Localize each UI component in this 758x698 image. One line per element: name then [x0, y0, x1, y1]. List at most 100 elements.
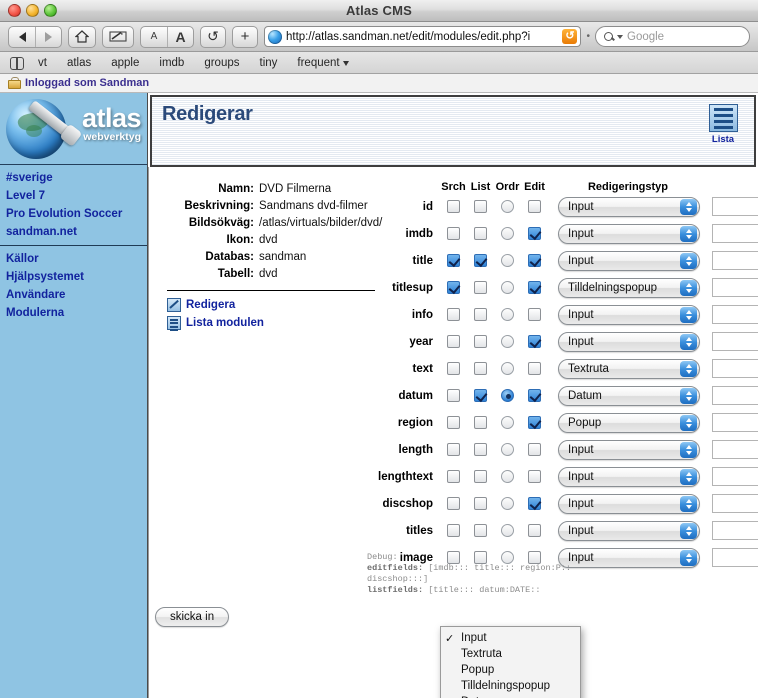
list-cell[interactable]	[467, 308, 494, 321]
type-select[interactable]: Textruta	[558, 359, 700, 379]
edit-checkbox[interactable]	[528, 227, 541, 240]
bookmark-item-atlas[interactable]: atlas	[57, 57, 101, 69]
srch-cell[interactable]	[440, 470, 467, 483]
ordr-radio[interactable]	[501, 254, 514, 267]
submit-button[interactable]: skicka in	[155, 607, 229, 627]
bookmark-item-groups[interactable]: groups	[194, 57, 249, 69]
edit-page-button[interactable]	[102, 26, 134, 48]
type-select[interactable]: Input	[558, 197, 700, 217]
ordr-cell[interactable]	[494, 362, 521, 375]
sidebar-item-level7[interactable]: Level 7	[6, 187, 147, 205]
ordr-radio[interactable]	[501, 389, 514, 402]
edit-cell[interactable]	[521, 335, 548, 348]
sidebar-item-hjalpsystemet[interactable]: Hjälpsystemet	[6, 268, 147, 286]
ordr-cell[interactable]	[494, 335, 521, 348]
edit-checkbox[interactable]	[528, 389, 541, 402]
menu-item-datum[interactable]: Datum	[441, 694, 580, 698]
edit-cell[interactable]	[521, 254, 548, 267]
srch-checkbox[interactable]	[447, 227, 460, 240]
reload-button[interactable]: ↺	[200, 26, 226, 48]
extra-text-input[interactable]	[712, 413, 758, 432]
list-cell[interactable]	[467, 443, 494, 456]
list-checkbox[interactable]	[474, 335, 487, 348]
type-select[interactable]: Input	[558, 224, 700, 244]
srch-cell[interactable]	[440, 389, 467, 402]
sidebar-item-kallor[interactable]: Källor	[6, 250, 147, 268]
edit-cell[interactable]	[521, 227, 548, 240]
edit-cell[interactable]	[521, 281, 548, 294]
srch-checkbox[interactable]	[447, 470, 460, 483]
extra-text-input[interactable]	[712, 251, 758, 270]
bookmark-item-frequent[interactable]: frequent	[287, 57, 358, 69]
edit-cell[interactable]	[521, 443, 548, 456]
srch-cell[interactable]	[440, 227, 467, 240]
edit-cell[interactable]	[521, 524, 548, 537]
sidebar-item-sandman[interactable]: sandman.net	[6, 223, 147, 241]
add-bookmark-button[interactable]: +	[232, 26, 258, 48]
type-select[interactable]: Input	[558, 467, 700, 487]
list-cell[interactable]	[467, 389, 494, 402]
edit-cell[interactable]	[521, 416, 548, 429]
type-select[interactable]: Input	[558, 521, 700, 541]
edit-checkbox[interactable]	[528, 470, 541, 483]
ordr-cell[interactable]	[494, 281, 521, 294]
ordr-cell[interactable]	[494, 497, 521, 510]
srch-cell[interactable]	[440, 362, 467, 375]
ordr-cell[interactable]	[494, 254, 521, 267]
list-checkbox[interactable]	[474, 497, 487, 510]
list-cell[interactable]	[467, 254, 494, 267]
ordr-cell[interactable]	[494, 524, 521, 537]
srch-cell[interactable]	[440, 308, 467, 321]
extra-text-input[interactable]	[712, 467, 758, 486]
list-checkbox[interactable]	[474, 524, 487, 537]
list-cell[interactable]	[467, 281, 494, 294]
list-cell[interactable]	[467, 335, 494, 348]
srch-checkbox[interactable]	[447, 443, 460, 456]
ordr-radio[interactable]	[501, 362, 514, 375]
srch-checkbox[interactable]	[447, 389, 460, 402]
edit-checkbox[interactable]	[528, 497, 541, 510]
type-select[interactable]: Popup	[558, 413, 700, 433]
srch-cell[interactable]	[440, 416, 467, 429]
ordr-radio[interactable]	[501, 497, 514, 510]
bookmark-item-imdb[interactable]: imdb	[149, 57, 194, 69]
srch-cell[interactable]	[440, 200, 467, 213]
snapback-icon[interactable]: ↺	[562, 29, 577, 44]
srch-cell[interactable]	[440, 335, 467, 348]
ordr-radio[interactable]	[501, 200, 514, 213]
extra-text-input[interactable]	[712, 359, 758, 378]
home-button[interactable]	[68, 26, 96, 48]
list-cell[interactable]	[467, 524, 494, 537]
edit-checkbox[interactable]	[528, 335, 541, 348]
srch-checkbox[interactable]	[447, 254, 460, 267]
srch-checkbox[interactable]	[447, 362, 460, 375]
link-redigera[interactable]: Redigera	[167, 298, 375, 312]
text-larger-button[interactable]: A	[167, 27, 193, 47]
list-checkbox[interactable]	[474, 389, 487, 402]
book-icon[interactable]	[10, 57, 24, 68]
srch-checkbox[interactable]	[447, 200, 460, 213]
ordr-radio[interactable]	[501, 470, 514, 483]
chevron-down-icon[interactable]	[617, 35, 623, 39]
srch-cell[interactable]	[440, 443, 467, 456]
ordr-cell[interactable]	[494, 389, 521, 402]
list-checkbox[interactable]	[474, 308, 487, 321]
ordr-cell[interactable]	[494, 416, 521, 429]
list-cell[interactable]	[467, 227, 494, 240]
menu-item-tilldelningspopup[interactable]: Tilldelningspopup	[441, 678, 580, 694]
list-cell[interactable]	[467, 470, 494, 483]
srch-checkbox[interactable]	[447, 281, 460, 294]
ordr-cell[interactable]	[494, 200, 521, 213]
link-lista-modulen[interactable]: Lista modulen	[167, 316, 375, 330]
list-checkbox[interactable]	[474, 227, 487, 240]
type-select[interactable]: Input	[558, 440, 700, 460]
bookmark-item-vt[interactable]: vt	[28, 57, 57, 69]
atlas-logo[interactable]: atlas webverktyg	[0, 93, 147, 165]
srch-checkbox[interactable]	[447, 308, 460, 321]
edit-checkbox[interactable]	[528, 524, 541, 537]
ordr-cell[interactable]	[494, 308, 521, 321]
list-checkbox[interactable]	[474, 362, 487, 375]
srch-checkbox[interactable]	[447, 335, 460, 348]
edit-checkbox[interactable]	[528, 416, 541, 429]
edit-cell[interactable]	[521, 470, 548, 483]
